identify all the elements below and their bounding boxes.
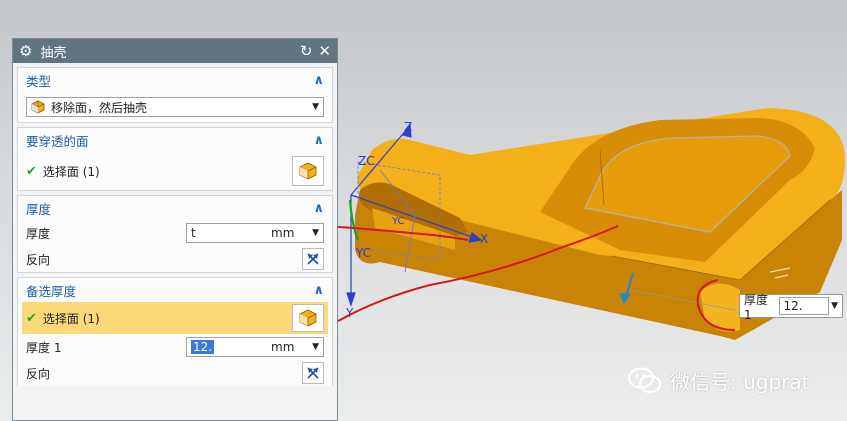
axis-label-x: X	[480, 232, 489, 246]
close-icon[interactable]: ✕	[318, 43, 331, 59]
checkmark-icon: ✔	[26, 310, 37, 326]
alt-faces-select-row[interactable]: ✔ 选择面 (1)	[22, 302, 328, 334]
thickness-value: t	[191, 226, 196, 240]
shell-type-select[interactable]: 移除面，然后抽壳 ▼	[26, 97, 324, 117]
thickness-section-title: 厚度	[26, 201, 52, 217]
faces-section-title: 要穿透的面	[26, 133, 89, 149]
gear-icon: ⚙	[19, 41, 33, 60]
alt-thickness-label: 厚度 1	[26, 340, 62, 355]
collapse-icon[interactable]: ∧	[313, 201, 324, 216]
select-face-button[interactable]	[292, 156, 324, 186]
reverse-label: 反向	[26, 252, 51, 267]
select-alt-face-button[interactable]	[292, 304, 324, 332]
dialog-titlebar: ⚙ 抽壳 ↻ ✕	[13, 39, 337, 63]
type-section: 类型 ∧ 移除面，然后抽壳 ▼	[17, 67, 333, 123]
flip-direction-icon	[307, 367, 319, 379]
thickness-label: 厚度	[26, 226, 51, 241]
alt-reverse-direction-button[interactable]	[302, 362, 324, 384]
floating-thickness-field[interactable]: 厚度 1 12. ▼	[739, 293, 843, 322]
wechat-icon	[628, 367, 661, 393]
flip-direction-icon	[307, 253, 319, 265]
thickness-unit: mm	[271, 226, 295, 240]
collapse-icon[interactable]: ∧	[313, 73, 324, 88]
collapse-icon[interactable]: ∧	[313, 133, 324, 148]
shell-type-value: 移除面，然后抽壳	[51, 100, 148, 115]
axis-label-yc: YC	[356, 246, 372, 260]
reset-icon[interactable]: ↻	[300, 43, 313, 59]
chevron-down-icon: ▼	[312, 102, 319, 112]
alt-thickness-input[interactable]: 12. mm ▼	[186, 337, 324, 357]
face-cube-icon	[299, 309, 317, 327]
shell-cube-icon	[31, 100, 45, 114]
alt-thickness-section: 备选厚度 ∧ ✔ 选择面 (1) 厚度 1 12. mm ▼ 反向	[17, 277, 333, 386]
faces-section: 要穿透的面 ∧ ✔ 选择面 (1)	[17, 127, 333, 191]
chevron-down-icon[interactable]: ▼	[831, 301, 838, 311]
faces-section-header[interactable]: 要穿透的面 ∧	[18, 128, 332, 152]
axis-label-z: Z	[404, 120, 413, 134]
type-section-title: 类型	[26, 73, 52, 89]
chevron-down-icon[interactable]: ▼	[312, 228, 319, 238]
thickness-section-header[interactable]: 厚度 ∧	[18, 196, 332, 220]
chevron-down-icon[interactable]: ▼	[312, 342, 319, 352]
alt-faces-select-label: 选择面 (1)	[42, 311, 100, 326]
floating-thickness-value: 12.	[783, 299, 803, 313]
alt-thickness-value: 12.	[191, 340, 215, 354]
faces-select-row[interactable]: ✔ 选择面 (1)	[18, 152, 332, 190]
reverse-row: 反向	[18, 246, 332, 272]
alt-thickness-section-header[interactable]: 备选厚度 ∧	[18, 278, 332, 302]
wechat-watermark: 微信号: ugprat	[628, 366, 809, 395]
thickness-row: 厚度 t mm ▼	[18, 220, 332, 246]
collapse-icon[interactable]: ∧	[313, 283, 324, 298]
shell-dialog: ⚙ 抽壳 ↻ ✕ 类型 ∧ 移除面，然后抽壳 ▼ 要穿透的面 ∧ ✔ 选择面 (…	[12, 38, 338, 421]
axis-label-y: Y	[346, 306, 354, 320]
alt-thickness-unit: mm	[271, 340, 295, 354]
dialog-title: 抽壳	[40, 45, 67, 61]
faces-select-label: 选择面 (1)	[42, 164, 100, 179]
thickness-input[interactable]: t mm ▼	[186, 223, 324, 243]
floating-thickness-input[interactable]: 12.	[779, 297, 830, 315]
alt-reverse-label: 反向	[26, 366, 51, 381]
reverse-direction-button[interactable]	[302, 248, 324, 270]
floating-thickness-label: 厚度 1	[744, 292, 769, 322]
thickness-section: 厚度 ∧ 厚度 t mm ▼ 反向	[17, 195, 333, 273]
face-cube-icon	[299, 162, 317, 180]
type-row: 移除面，然后抽壳 ▼	[18, 92, 332, 122]
axis-label-yc-small: YC	[392, 216, 405, 227]
alt-thickness-section-title: 备选厚度	[26, 283, 77, 299]
alt-reverse-row: 反向	[18, 360, 332, 386]
axis-label-zc: ZC	[358, 154, 375, 168]
watermark-text: 微信号: ugprat	[670, 370, 810, 394]
type-section-header[interactable]: 类型 ∧	[18, 68, 332, 92]
checkmark-icon: ✔	[26, 163, 37, 179]
alt-thickness-row: 厚度 1 12. mm ▼	[18, 334, 332, 360]
